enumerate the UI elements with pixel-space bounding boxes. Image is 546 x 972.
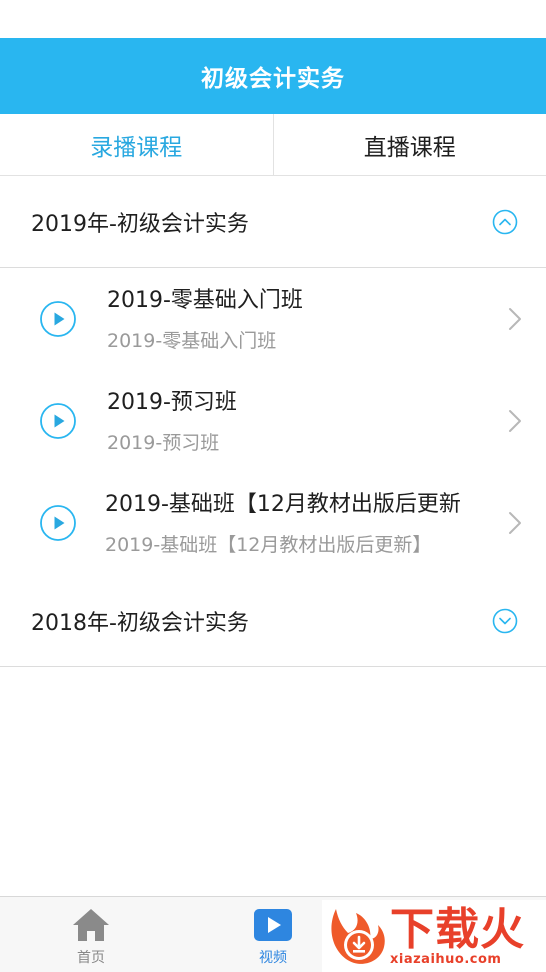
chevron-right-icon [509, 308, 521, 330]
course-title: 2019-零基础入门班 [107, 288, 303, 313]
group-header-2018[interactable]: 2018年-初级会计实务 [0, 575, 546, 667]
video-play-icon [254, 909, 292, 941]
nav-label: 视频 [259, 950, 287, 966]
course-item[interactable]: 2019-零基础入门班 2019-零基础入门班 [0, 268, 546, 370]
group-title: 2018年-初级会计实务 [31, 610, 249, 636]
course-title: 2019-基础班【12月教材出版后更新 [105, 492, 461, 517]
course-title: 2019-预习班 [107, 390, 237, 415]
course-subtitle: 2019-基础班【12月教材出版后更新】 [105, 534, 432, 556]
group-title: 2019年-初级会计实务 [31, 211, 249, 237]
play-circle-icon [40, 301, 76, 337]
play-circle-icon [40, 403, 76, 439]
title-bar: 初级会计实务 [0, 38, 546, 114]
status-bar [0, 0, 546, 38]
course-subtitle: 2019-零基础入门班 [107, 330, 277, 352]
chevron-right-icon [509, 512, 521, 534]
watermark-url: xiazaihuo.com [390, 951, 502, 967]
chevron-down-circle-icon[interactable] [492, 608, 518, 634]
course-item[interactable]: 2019-基础班【12月教材出版后更新 2019-基础班【12月教材出版后更新】 [0, 472, 546, 574]
chevron-up-circle-icon[interactable] [492, 209, 518, 235]
flame-logo-icon [331, 909, 385, 964]
nav-video[interactable]: 视频 [240, 897, 306, 972]
chevron-right-icon [509, 410, 521, 432]
watermark: 下载火 xiazaihuo.com [322, 900, 546, 972]
group-header-2019[interactable]: 2019年-初级会计实务 [0, 176, 546, 268]
watermark-text: 下载火 [390, 903, 525, 955]
nav-label: 首页 [77, 950, 105, 966]
tab-live-courses[interactable]: 直播课程 [274, 114, 546, 175]
nav-home[interactable]: 首页 [60, 897, 122, 972]
play-circle-icon [40, 505, 76, 541]
tab-recorded-courses[interactable]: 录播课程 [0, 114, 273, 175]
course-item[interactable]: 2019-预习班 2019-预习班 [0, 370, 546, 472]
page-title: 初级会计实务 [201, 66, 345, 92]
home-icon [73, 909, 109, 941]
course-subtitle: 2019-预习班 [107, 432, 220, 454]
course-tabs: 录播课程 直播课程 [0, 114, 546, 176]
